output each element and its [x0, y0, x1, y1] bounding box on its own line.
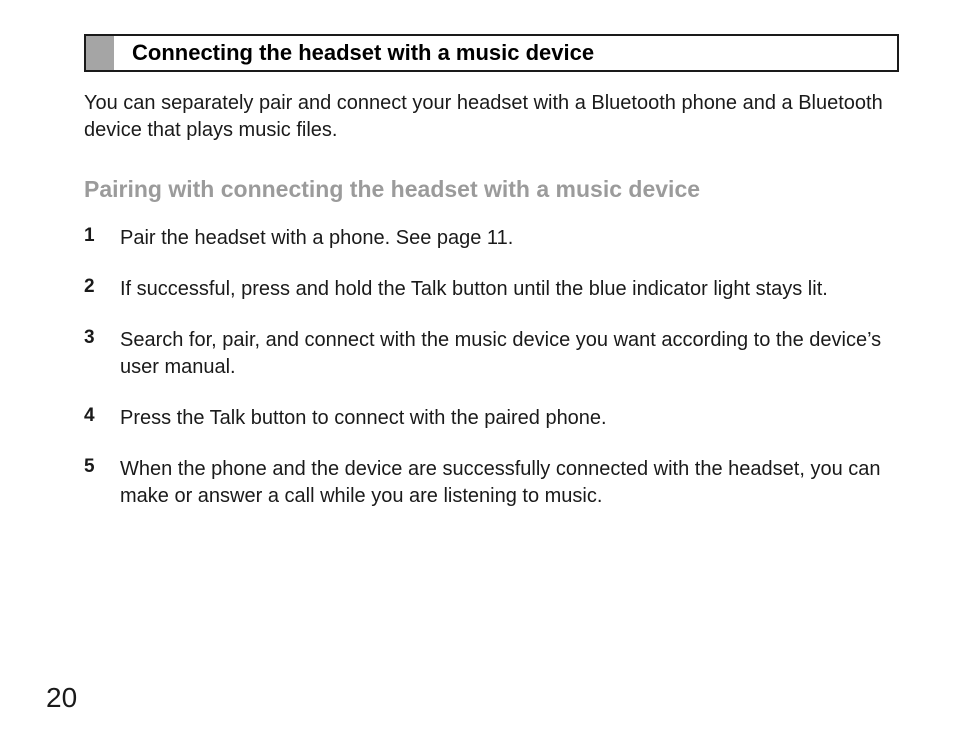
step-item: 3 Search for, pair, and connect with the…: [84, 327, 899, 381]
step-text: Pair the headset with a phone. See page …: [120, 225, 513, 252]
section-header: Connecting the headset with a music devi…: [84, 34, 899, 72]
step-text: When the phone and the device are succes…: [120, 456, 899, 510]
page-number: 20: [46, 682, 77, 714]
section-title: Connecting the headset with a music devi…: [114, 36, 897, 70]
step-number: 3: [84, 327, 120, 349]
step-item: 4 Press the Talk button to connect with …: [84, 405, 899, 432]
step-text: If successful, press and hold the Talk b…: [120, 276, 828, 303]
section-tab: [86, 36, 114, 70]
step-number: 1: [84, 225, 120, 247]
step-number: 5: [84, 456, 120, 478]
step-number: 2: [84, 276, 120, 298]
subheading: Pairing with connecting the headset with…: [84, 176, 899, 203]
intro-paragraph: You can separately pair and connect your…: [84, 90, 899, 144]
step-number: 4: [84, 405, 120, 427]
step-item: 2 If successful, press and hold the Talk…: [84, 276, 899, 303]
step-item: 1 Pair the headset with a phone. See pag…: [84, 225, 899, 252]
manual-page: Connecting the headset with a music devi…: [0, 0, 954, 742]
step-text: Search for, pair, and connect with the m…: [120, 327, 899, 381]
step-text: Press the Talk button to connect with th…: [120, 405, 607, 432]
step-item: 5 When the phone and the device are succ…: [84, 456, 899, 510]
step-list: 1 Pair the headset with a phone. See pag…: [84, 225, 899, 510]
